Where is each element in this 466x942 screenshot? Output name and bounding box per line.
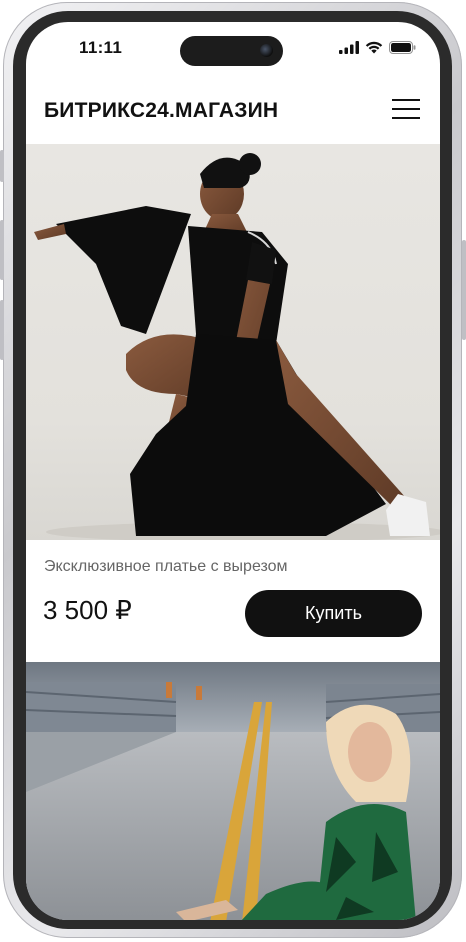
volume-down-button	[0, 300, 4, 360]
status-bar: 11:11	[26, 22, 440, 74]
model-on-road-illustration	[26, 662, 440, 920]
status-icons	[339, 40, 416, 54]
buy-button[interactable]: Купить	[245, 590, 422, 637]
status-time: 11:11	[79, 38, 123, 57]
product-name[interactable]: Эксклюзивное платье с вырезом	[44, 558, 288, 576]
wifi-icon	[365, 41, 383, 53]
hamburger-menu-icon[interactable]	[392, 99, 420, 121]
app-screen: 11:11 БИТРИКС24.МАГАЗИН Эксклюзивное пла…	[26, 22, 440, 920]
app-header: БИТРИКС24.МАГАЗИН	[26, 74, 440, 144]
product-image[interactable]	[26, 144, 440, 540]
model-in-black-dress-illustration	[34, 153, 440, 540]
battery-icon	[389, 40, 416, 54]
volume-up-button	[0, 220, 4, 280]
product-image[interactable]	[26, 662, 440, 920]
dynamic-island	[180, 36, 283, 66]
product-price: 3 500 ₽	[43, 595, 132, 625]
camera-icon	[260, 44, 273, 57]
cellular-signal-icon	[339, 40, 359, 54]
store-logo[interactable]: БИТРИКС24.МАГАЗИН	[44, 99, 278, 123]
mute-switch	[0, 150, 4, 182]
power-button	[462, 240, 466, 340]
